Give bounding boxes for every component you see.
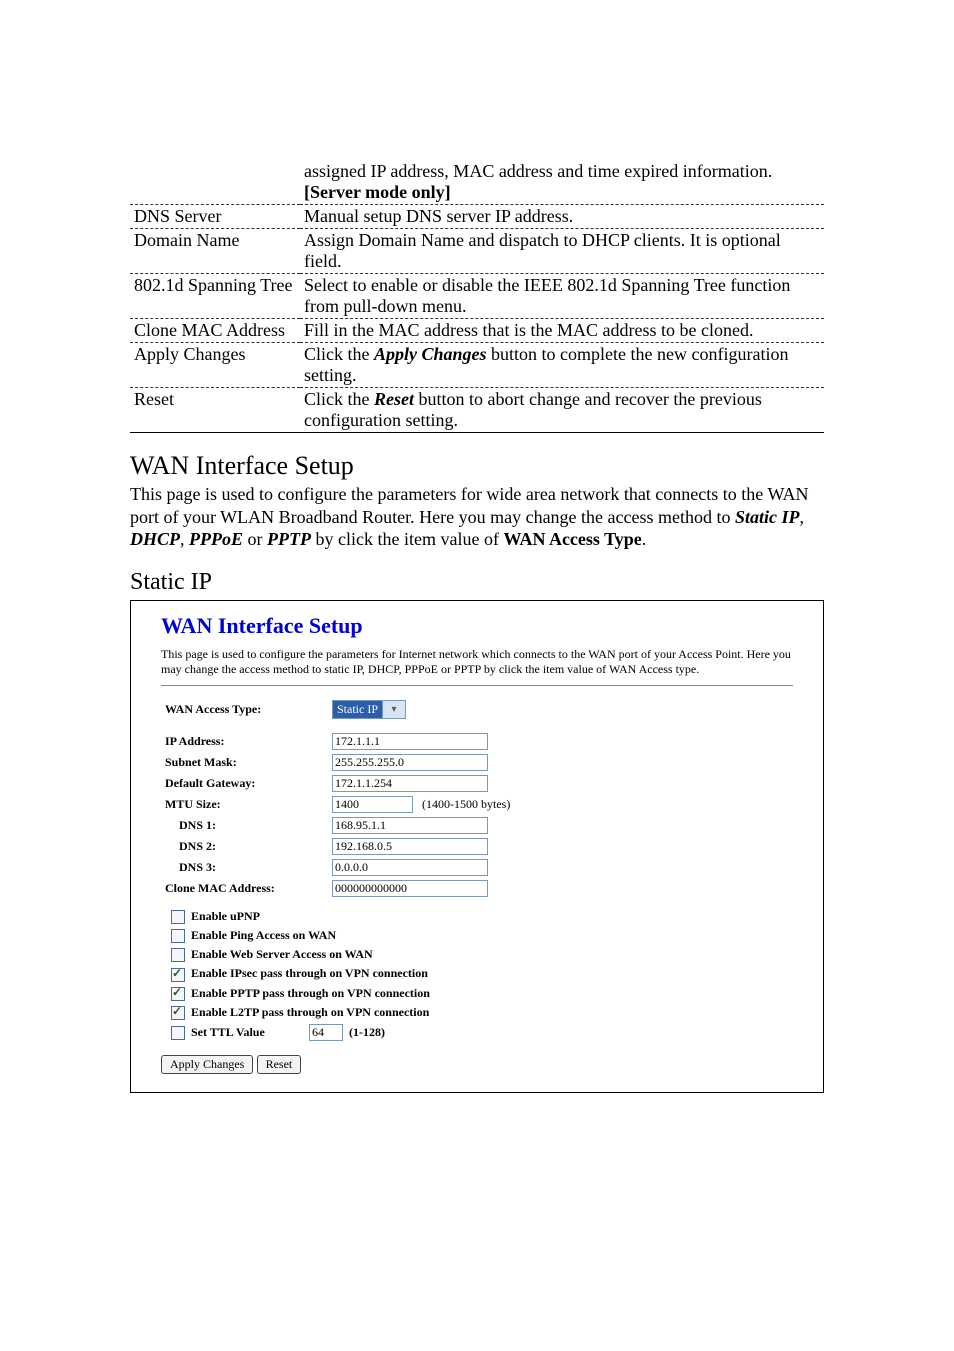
ip-address-label: IP Address: bbox=[161, 731, 328, 752]
subnet-mask-label: Subnet Mask: bbox=[161, 752, 328, 773]
option-row: Enable uPNP bbox=[171, 907, 793, 926]
option-label: Enable Web Server Access on WAN bbox=[191, 947, 373, 961]
default-gateway-input[interactable] bbox=[332, 775, 488, 792]
option-label: Enable uPNP bbox=[191, 909, 260, 923]
checkbox[interactable] bbox=[171, 1006, 185, 1020]
option-row: Enable Web Server Access on WAN bbox=[171, 945, 793, 964]
definition-term bbox=[130, 160, 300, 205]
definition-description: Manual setup DNS server IP address. bbox=[300, 205, 824, 229]
definition-description: Click the Reset button to abort change a… bbox=[300, 388, 824, 433]
wan-access-type-value: Static IP bbox=[333, 702, 382, 717]
mtu-size-note: (1400-1500 bytes) bbox=[416, 797, 510, 811]
definition-term: DNS Server bbox=[130, 205, 300, 229]
dns2-label: DNS 2: bbox=[161, 836, 328, 857]
ttl-label: Set TTL Value bbox=[191, 1025, 309, 1040]
options-list: Enable uPNP Enable Ping Access on WAN Enab… bbox=[171, 907, 793, 1044]
option-label: Enable Ping Access on WAN bbox=[191, 928, 336, 942]
ip-address-input[interactable] bbox=[332, 733, 488, 750]
definition-description: assigned IP address, MAC address and tim… bbox=[300, 160, 824, 205]
apply-changes-button[interactable]: Apply Changes bbox=[161, 1055, 253, 1074]
definition-term: Domain Name bbox=[130, 229, 300, 274]
checkbox[interactable] bbox=[171, 948, 185, 962]
option-row: Enable Ping Access on WAN bbox=[171, 926, 793, 945]
subnet-mask-input[interactable] bbox=[332, 754, 488, 771]
definition-term: Apply Changes bbox=[130, 343, 300, 388]
subsection-heading: Static IP bbox=[130, 569, 824, 596]
option-label: Enable PPTP pass through on VPN connecti… bbox=[191, 986, 430, 1000]
button-row: Apply Changes Reset bbox=[161, 1055, 793, 1074]
definition-term: 802.1d Spanning Tree bbox=[130, 274, 300, 319]
dns3-label: DNS 3: bbox=[161, 857, 328, 878]
divider bbox=[161, 685, 793, 686]
dns2-input[interactable] bbox=[332, 838, 488, 855]
wan-access-type-select[interactable]: Static IP ▾ bbox=[332, 700, 406, 719]
option-label: Enable IPsec pass through on VPN connect… bbox=[191, 966, 428, 980]
definition-description: Click the Apply Changes button to comple… bbox=[300, 343, 824, 388]
panel-description: This page is used to configure the param… bbox=[161, 647, 793, 677]
definition-description: Assign Domain Name and dispatch to DHCP … bbox=[300, 229, 824, 274]
checkbox[interactable] bbox=[171, 929, 185, 943]
default-gateway-label: Default Gateway: bbox=[161, 773, 328, 794]
option-row: Enable PPTP pass through on VPN connecti… bbox=[171, 984, 793, 1003]
option-row: Enable L2TP pass through on VPN connecti… bbox=[171, 1003, 793, 1022]
checkbox[interactable] bbox=[171, 968, 185, 982]
checkbox[interactable] bbox=[171, 987, 185, 1001]
definition-term: Clone MAC Address bbox=[130, 319, 300, 343]
clone-mac-label: Clone MAC Address: bbox=[161, 878, 328, 899]
settings-form: WAN Access Type: Static IP ▾ IP Address:… bbox=[161, 698, 514, 899]
option-label: Enable L2TP pass through on VPN connecti… bbox=[191, 1005, 429, 1019]
clone-mac-input[interactable] bbox=[332, 880, 488, 897]
mtu-size-input[interactable] bbox=[332, 796, 413, 813]
section-intro: This page is used to configure the param… bbox=[130, 483, 824, 551]
wan-access-type-label: WAN Access Type: bbox=[161, 698, 328, 721]
wan-setup-panel: WAN Interface Setup This page is used to… bbox=[130, 600, 824, 1094]
panel-title: WAN Interface Setup bbox=[161, 613, 793, 639]
dns3-input[interactable] bbox=[332, 859, 488, 876]
chevron-down-icon: ▾ bbox=[382, 701, 405, 718]
ttl-input[interactable] bbox=[309, 1024, 343, 1041]
definition-description: Select to enable or disable the IEEE 802… bbox=[300, 274, 824, 319]
dns1-input[interactable] bbox=[332, 817, 488, 834]
definitions-table: assigned IP address, MAC address and tim… bbox=[130, 160, 824, 433]
option-row: Enable IPsec pass through on VPN connect… bbox=[171, 964, 793, 983]
ttl-row: Set TTL Value (1-128) bbox=[171, 1022, 793, 1043]
ttl-checkbox[interactable] bbox=[171, 1026, 185, 1040]
definition-description: Fill in the MAC address that is the MAC … bbox=[300, 319, 824, 343]
reset-button[interactable]: Reset bbox=[257, 1055, 302, 1074]
ttl-note: (1-128) bbox=[343, 1025, 385, 1040]
checkbox[interactable] bbox=[171, 910, 185, 924]
dns1-label: DNS 1: bbox=[161, 815, 328, 836]
mtu-size-label: MTU Size: bbox=[161, 794, 328, 815]
section-heading: WAN Interface Setup bbox=[130, 451, 824, 481]
definition-term: Reset bbox=[130, 388, 300, 433]
